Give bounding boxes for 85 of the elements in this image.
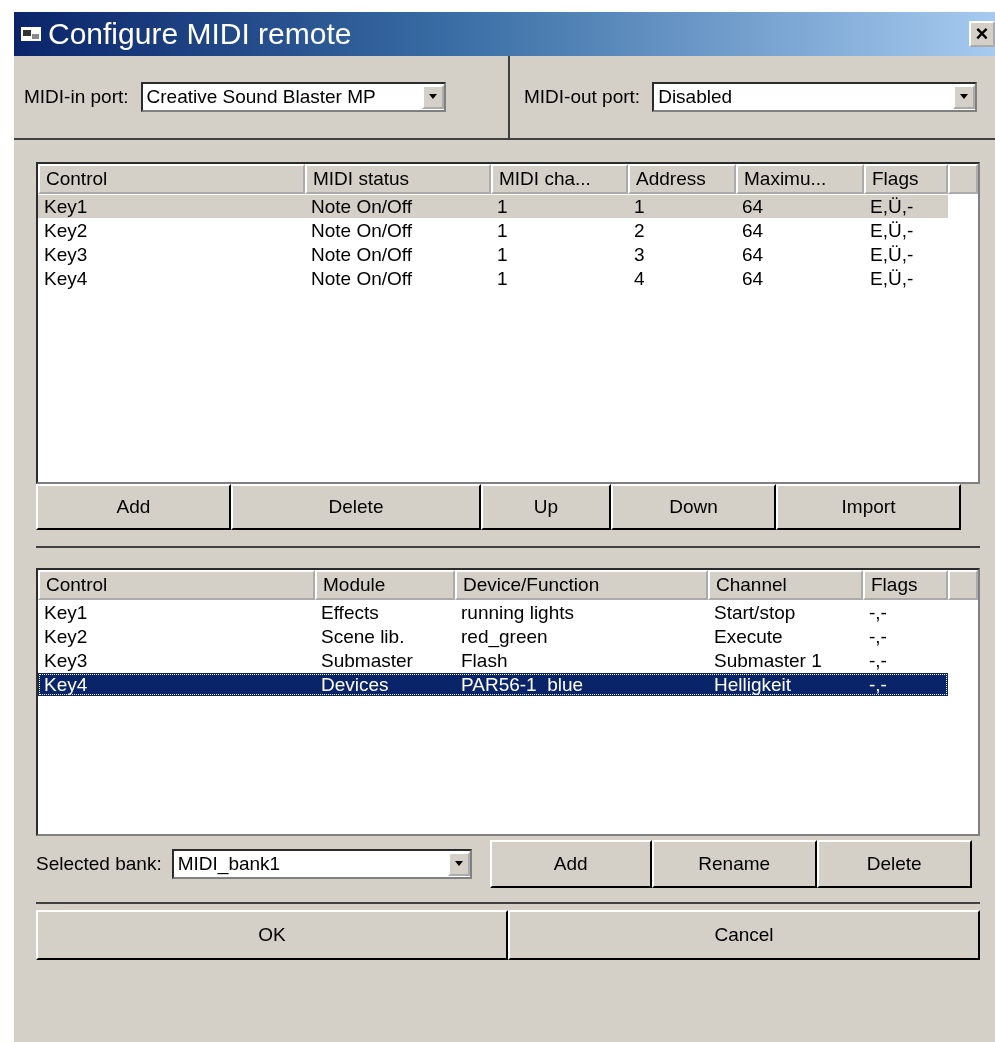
list-row[interactable]: Key1 Effects running lights Start/stop -,- — [38, 601, 948, 624]
column-header[interactable]: Channel — [708, 570, 863, 600]
table-cell-text: -,- — [868, 649, 888, 672]
list-button[interactable]: Add — [36, 484, 231, 530]
list-row[interactable]: Key2 Scene lib. red_green Execute -,- — [38, 625, 948, 648]
table-cell-text: Devices — [320, 673, 390, 696]
table-cell-text: red_green — [460, 625, 549, 648]
table-cell-text: running lights — [460, 601, 576, 624]
table-cell-text: 2 — [633, 219, 646, 242]
table-cell-text: 64 — [741, 195, 765, 218]
dropdown-arrow-icon[interactable] — [959, 94, 970, 100]
bank-label: Selected bank: — [36, 853, 162, 875]
port-label: MIDI-out port: — [524, 86, 641, 108]
table-cell-text: -,- — [868, 673, 888, 696]
table-cell-text: Key1 — [43, 195, 89, 218]
port-dropdown[interactable]: Creative Sound Blaster MP — [140, 82, 446, 112]
table-cell-text: 1 — [496, 243, 509, 266]
table-cell-text: Note On/Off — [310, 267, 414, 290]
column-header[interactable]: Flags — [863, 570, 948, 600]
table-cell-text: 1 — [496, 195, 509, 218]
column-header[interactable]: Address — [628, 164, 736, 194]
table-cell-text: -,- — [868, 625, 888, 648]
table-cell-text: E,Ü,- — [869, 243, 915, 266]
port-dropdown[interactable]: Disabled — [652, 82, 978, 112]
column-header[interactable]: Control — [38, 164, 305, 194]
dialog-button[interactable]: Cancel — [508, 910, 980, 960]
column-header[interactable]: Module — [315, 570, 455, 600]
table-cell-text: Effects — [320, 601, 380, 624]
list-row[interactable]: Key4 Devices PAR56-1 blue Helligkeit -,- — [38, 673, 948, 696]
table-cell-text: -,- — [868, 601, 888, 624]
table-cell-text: Key3 — [43, 649, 89, 672]
table-cell-text: Start/stop — [713, 601, 797, 624]
column-header[interactable]: Flags — [864, 164, 948, 194]
list-row[interactable]: Key2 Note On/Off 1 2 64 E,Ü,- — [38, 219, 948, 242]
bank-button[interactable]: Delete — [816, 840, 972, 888]
table-cell-text: Key4 — [43, 673, 89, 696]
table-cell-text: Scene lib. — [320, 625, 406, 648]
table-cell-text: 4 — [633, 267, 646, 290]
table-cell-text: Submaster 1 — [713, 649, 823, 672]
table-cell-text: Key3 — [43, 243, 89, 266]
table-cell-text: 3 — [633, 243, 646, 266]
list-button[interactable]: Import — [776, 484, 961, 530]
table-cell-text: Note On/Off — [310, 195, 414, 218]
bank-button[interactable]: Add — [489, 840, 652, 888]
table-cell-text: 64 — [741, 219, 765, 242]
column-header[interactable]: MIDI status — [305, 164, 491, 194]
list-button[interactable]: Up — [481, 484, 611, 530]
column-header[interactable]: MIDI cha... — [491, 164, 628, 194]
table-cell-text: PAR56-1 blue — [460, 673, 585, 696]
table-cell-text: E,Ü,- — [869, 195, 915, 218]
column-header[interactable]: Control — [38, 570, 315, 600]
table-cell-text: 1 — [496, 219, 509, 242]
dropdown-arrow-icon[interactable] — [453, 861, 464, 867]
table-cell-text: 64 — [741, 243, 765, 266]
table-cell-text: E,Ü,- — [869, 267, 915, 290]
column-header[interactable]: Maximu... — [736, 164, 864, 194]
table-cell-text: Key4 — [43, 267, 89, 290]
bank-dropdown[interactable]: MIDI_bank1 — [171, 849, 472, 879]
dropdown-arrow-icon[interactable] — [427, 94, 438, 100]
list-row[interactable]: Key1 Note On/Off 1 1 64 E,Ü,- — [38, 195, 948, 218]
table-cell-text: Execute — [713, 625, 784, 648]
table-cell-text: Note On/Off — [310, 219, 414, 242]
table-cell-text: 1 — [633, 195, 646, 218]
list-row[interactable]: Key3 Note On/Off 1 3 64 E,Ü,- — [38, 243, 948, 266]
table-cell-text: Note On/Off — [310, 243, 414, 266]
dialog-button[interactable]: OK — [36, 910, 508, 960]
close-button[interactable]: × — [969, 21, 995, 47]
list-row[interactable]: Key3 Submaster Flash Submaster 1 -,- — [38, 649, 948, 672]
table-cell-text: 64 — [741, 267, 765, 290]
table-cell-text: Flash — [460, 649, 509, 672]
table-cell-text: Key2 — [43, 219, 89, 242]
table-cell-text: Key2 — [43, 625, 89, 648]
list-button[interactable]: Down — [611, 484, 776, 530]
window-title: Configure MIDI remote — [48, 17, 353, 51]
list-row[interactable]: Key4 Note On/Off 1 4 64 E,Ü,- — [38, 267, 948, 290]
port-label: MIDI-in port: — [24, 86, 129, 108]
table-cell-text: 1 — [496, 267, 509, 290]
table-cell-text: E,Ü,- — [869, 219, 915, 242]
bank-button[interactable]: Rename — [651, 840, 817, 888]
app-icon — [20, 25, 42, 43]
column-header[interactable]: Device/Function — [455, 570, 708, 600]
table-cell-text: Key1 — [43, 601, 89, 624]
table-cell-text: Submaster — [320, 649, 414, 672]
table-cell-text: Helligkeit — [713, 673, 793, 696]
list-button[interactable]: Delete — [231, 484, 481, 530]
